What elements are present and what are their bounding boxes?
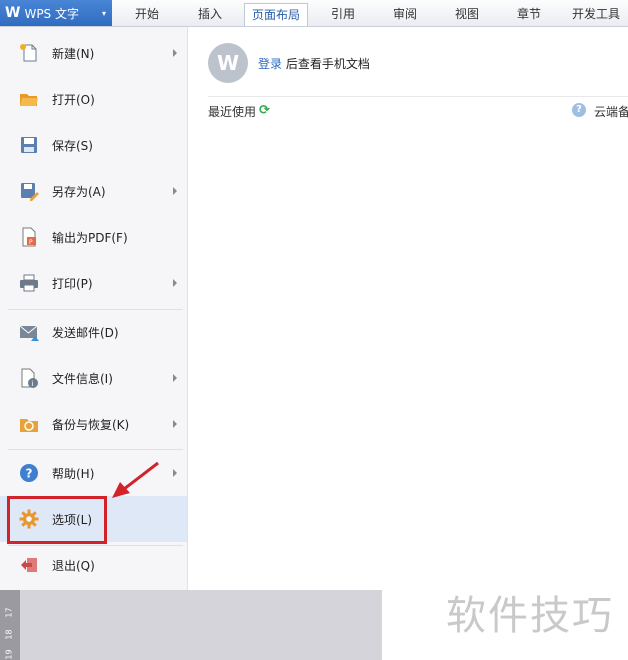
login-link[interactable]: 登录 <box>258 57 282 71</box>
menu-item-backup-restore[interactable]: 备份与恢复(K) <box>0 402 187 446</box>
wps-logo-icon: W <box>5 5 21 21</box>
menu-item-label: 帮助(H) <box>52 466 95 481</box>
exit-icon <box>19 555 39 575</box>
avatar[interactable]: W <box>208 43 248 83</box>
submenu-arrow-icon <box>173 469 177 477</box>
ruler-number: 17 <box>4 607 14 618</box>
tab-page-layout[interactable]: 页面布局 <box>244 3 308 26</box>
open-folder-icon <box>19 89 39 109</box>
submenu-arrow-icon <box>173 279 177 287</box>
menu-item-label: 保存(S) <box>52 138 93 153</box>
menu-item-save-as[interactable]: 另存为(A) <box>0 169 187 213</box>
menu-item-export-pdf[interactable]: P 输出为PDF(F) <box>0 215 187 259</box>
submenu-arrow-icon <box>173 374 177 382</box>
ruler-number: 18 <box>4 629 14 640</box>
menu-item-label: 退出(Q) <box>52 558 95 573</box>
submenu-arrow-icon <box>173 420 177 428</box>
wps-app-menu-button[interactable]: W WPS 文字 ▾ <box>0 0 112 26</box>
question-mark-icon[interactable]: ? <box>572 103 586 117</box>
panel-divider <box>208 96 628 97</box>
ruler-number: 19 <box>4 649 14 660</box>
save-as-icon <box>19 181 39 201</box>
svg-text:P: P <box>29 239 33 246</box>
submenu-arrow-icon <box>173 49 177 57</box>
menu-item-help[interactable]: ? 帮助(H) <box>0 451 187 495</box>
cloud-backup-label[interactable]: 云端备 <box>594 103 628 120</box>
recent-used-label: 最近使用 <box>208 105 257 119</box>
menu-item-label: 备份与恢复(K) <box>52 417 130 432</box>
file-info-icon: i <box>19 368 39 388</box>
document-background <box>20 590 382 660</box>
svg-text:i: i <box>32 380 34 388</box>
annotation-highlight-box <box>7 496 107 544</box>
tab-insert[interactable]: 插入 <box>185 3 235 26</box>
tab-home[interactable]: 开始 <box>122 3 172 26</box>
tab-developer[interactable]: 开发工具 <box>564 3 628 26</box>
ribbon-tab-bar: W WPS 文字 ▾ 开始 插入 页面布局 引用 审阅 视图 章节 开发工具 <box>0 0 628 27</box>
menu-divider <box>8 449 183 450</box>
login-hint-text: 后查看手机文档 <box>282 57 370 71</box>
menu-item-label: 新建(N) <box>52 46 95 61</box>
vertical-ruler: 17 18 19 <box>0 590 20 660</box>
chevron-down-icon: ▾ <box>101 8 106 18</box>
menu-item-label: 打印(P) <box>52 276 93 291</box>
tab-view[interactable]: 视图 <box>442 3 492 26</box>
mail-icon <box>19 322 39 342</box>
menu-item-label: 文件信息(I) <box>52 371 113 386</box>
help-icon: ? <box>19 463 39 483</box>
menu-item-new[interactable]: 新建(N) <box>0 31 187 75</box>
recent-documents-panel: W 登录 后查看手机文档 最近使用 ⟳ ? 云端备 <box>188 27 628 590</box>
tab-review[interactable]: 审阅 <box>380 3 430 26</box>
new-document-icon <box>19 43 39 63</box>
menu-item-label: 打开(O) <box>52 92 95 107</box>
watermark-text: 软件技巧 <box>446 593 614 639</box>
menu-item-label: 发送邮件(D) <box>52 325 119 340</box>
svg-text:?: ? <box>26 467 33 481</box>
backup-restore-icon <box>19 414 39 434</box>
menu-item-label: 另存为(A) <box>52 184 106 199</box>
menu-item-print[interactable]: 打印(P) <box>0 261 187 305</box>
app-title: WPS 文字 <box>24 6 79 21</box>
menu-item-file-info[interactable]: i 文件信息(I) <box>0 356 187 400</box>
tab-references[interactable]: 引用 <box>318 3 368 26</box>
menu-item-save[interactable]: 保存(S) <box>0 123 187 167</box>
menu-item-exit[interactable]: 退出(Q) <box>0 543 187 587</box>
login-prompt: 登录 后查看手机文档 <box>258 55 370 72</box>
printer-icon <box>19 273 39 293</box>
menu-item-label: 输出为PDF(F) <box>52 230 128 245</box>
save-disk-icon <box>19 135 39 155</box>
menu-item-open[interactable]: 打开(O) <box>0 77 187 121</box>
menu-item-send-mail[interactable]: 发送邮件(D) <box>0 310 187 354</box>
tab-chapter[interactable]: 章节 <box>504 3 554 26</box>
refresh-icon[interactable]: ⟳ <box>259 103 270 118</box>
submenu-arrow-icon <box>173 187 177 195</box>
pdf-export-icon: P <box>19 227 39 247</box>
